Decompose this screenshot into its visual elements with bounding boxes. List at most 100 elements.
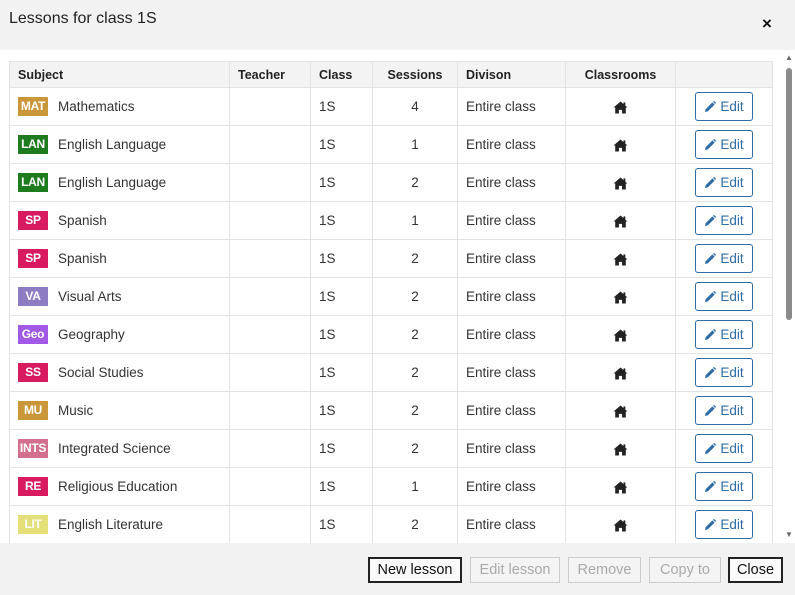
actions-cell: Edit: [675, 201, 773, 240]
pencil-icon: [704, 328, 720, 341]
home-icon[interactable]: [613, 403, 628, 418]
home-icon[interactable]: [613, 441, 628, 456]
home-icon[interactable]: [613, 137, 628, 152]
actions-cell: Edit: [675, 315, 773, 354]
home-icon[interactable]: [613, 251, 628, 266]
edit-label: Edit: [720, 479, 744, 494]
edit-label: Edit: [720, 441, 744, 456]
edit-button[interactable]: Edit: [695, 168, 753, 197]
teacher-cell: [229, 315, 311, 354]
actions-cell: Edit: [675, 353, 773, 392]
table-row[interactable]: VA Visual Arts 1S 2 Entire class Edit: [9, 277, 773, 316]
home-icon[interactable]: [613, 517, 628, 532]
subject-cell: MAT Mathematics: [9, 87, 230, 126]
subject-badge: SS: [18, 363, 48, 382]
table-row[interactable]: Geo Geography 1S 2 Entire class Edit: [9, 315, 773, 354]
division-cell: Entire class: [457, 391, 566, 430]
table-row[interactable]: MAT Mathematics 1S 4 Entire class Edit: [9, 87, 773, 126]
subject-badge: MU: [18, 401, 48, 420]
subject-badge: VA: [18, 287, 48, 306]
home-icon[interactable]: [613, 99, 628, 114]
edit-button[interactable]: Edit: [695, 434, 753, 463]
remove-button[interactable]: Remove: [568, 557, 641, 583]
edit-button[interactable]: Edit: [695, 472, 753, 501]
pencil-icon: [704, 480, 720, 493]
subject-name: Geography: [58, 327, 125, 342]
sessions-cell: 2: [372, 353, 458, 392]
vertical-scrollbar[interactable]: ▲ ▼: [783, 50, 795, 543]
scroll-up-arrow-icon[interactable]: ▲: [783, 54, 795, 62]
subject-cell: SP Spanish: [9, 201, 230, 240]
division-cell: Entire class: [457, 163, 566, 202]
table-row[interactable]: MU Music 1S 2 Entire class Edit: [9, 391, 773, 430]
sessions-cell: 2: [372, 277, 458, 316]
sessions-cell: 1: [372, 201, 458, 240]
header-classrooms[interactable]: Classrooms: [565, 61, 676, 88]
header-class[interactable]: Class: [310, 61, 373, 88]
home-icon[interactable]: [613, 213, 628, 228]
header-sessions[interactable]: Sessions: [372, 61, 458, 88]
teacher-cell: [229, 277, 311, 316]
teacher-cell: [229, 201, 311, 240]
table-row[interactable]: SP Spanish 1S 2 Entire class Edit: [9, 239, 773, 278]
division-cell: Entire class: [457, 277, 566, 316]
table-row[interactable]: LAN English Language 1S 1 Entire class Edit: [9, 125, 773, 164]
table-row[interactable]: LAN English Language 1S 2 Entire class Edit: [9, 163, 773, 202]
subject-name: English Language: [58, 137, 167, 152]
edit-button[interactable]: Edit: [695, 396, 753, 425]
table-row[interactable]: LIT English Literature 1S 2 Entire class Edit: [9, 505, 773, 543]
home-icon[interactable]: [613, 479, 628, 494]
subject-name: Spanish: [58, 213, 107, 228]
sessions-cell: 2: [372, 315, 458, 354]
home-icon[interactable]: [613, 175, 628, 190]
header-subject[interactable]: Subject: [9, 61, 230, 88]
table-row[interactable]: SS Social Studies 1S 2 Entire class Edit: [9, 353, 773, 392]
home-icon[interactable]: [613, 327, 628, 342]
dialog-title: Lessons for class 1S: [9, 10, 157, 27]
new-lesson-button[interactable]: New lesson: [368, 557, 462, 583]
dialog-header: Lessons for class 1S ×: [0, 0, 795, 50]
edit-button[interactable]: Edit: [695, 130, 753, 159]
edit-button[interactable]: Edit: [695, 320, 753, 349]
pencil-icon: [704, 518, 720, 531]
scroll-thumb[interactable]: [786, 68, 792, 320]
edit-button[interactable]: Edit: [695, 206, 753, 235]
edit-button[interactable]: Edit: [695, 358, 753, 387]
division-cell: Entire class: [457, 467, 566, 506]
classrooms-cell: [565, 125, 676, 164]
edit-button[interactable]: Edit: [695, 244, 753, 273]
edit-button[interactable]: Edit: [695, 510, 753, 539]
edit-label: Edit: [720, 175, 744, 190]
header-division[interactable]: Divison: [457, 61, 566, 88]
subject-cell: VA Visual Arts: [9, 277, 230, 316]
edit-label: Edit: [720, 327, 744, 342]
table-header-row: Subject Teacher Class Sessions Divison C…: [9, 61, 773, 88]
sessions-cell: 2: [372, 239, 458, 278]
edit-button[interactable]: Edit: [695, 92, 753, 121]
copy-to-button[interactable]: Copy to: [649, 557, 721, 583]
edit-button[interactable]: Edit: [695, 282, 753, 311]
scroll-down-arrow-icon[interactable]: ▼: [783, 531, 795, 539]
class-cell: 1S: [310, 239, 373, 278]
sessions-cell: 1: [372, 467, 458, 506]
teacher-cell: [229, 505, 311, 543]
classrooms-cell: [565, 163, 676, 202]
header-teacher[interactable]: Teacher: [229, 61, 311, 88]
subject-name: English Language: [58, 175, 167, 190]
actions-cell: Edit: [675, 429, 773, 468]
subject-badge: MAT: [18, 97, 48, 116]
table-row[interactable]: INTS Integrated Science 1S 2 Entire class Edi…: [9, 429, 773, 468]
pencil-icon: [704, 290, 720, 303]
edit-lesson-button[interactable]: Edit lesson: [470, 557, 560, 583]
subject-name: Social Studies: [58, 365, 144, 380]
actions-cell: Edit: [675, 239, 773, 278]
close-button[interactable]: Close: [728, 557, 783, 583]
table-row[interactable]: RE Religious Education 1S 1 Entire class Edit: [9, 467, 773, 506]
close-icon[interactable]: ×: [762, 14, 772, 34]
home-icon[interactable]: [613, 289, 628, 304]
home-icon[interactable]: [613, 365, 628, 380]
pencil-icon: [704, 176, 720, 189]
class-cell: 1S: [310, 277, 373, 316]
class-cell: 1S: [310, 315, 373, 354]
table-row[interactable]: SP Spanish 1S 1 Entire class Edit: [9, 201, 773, 240]
